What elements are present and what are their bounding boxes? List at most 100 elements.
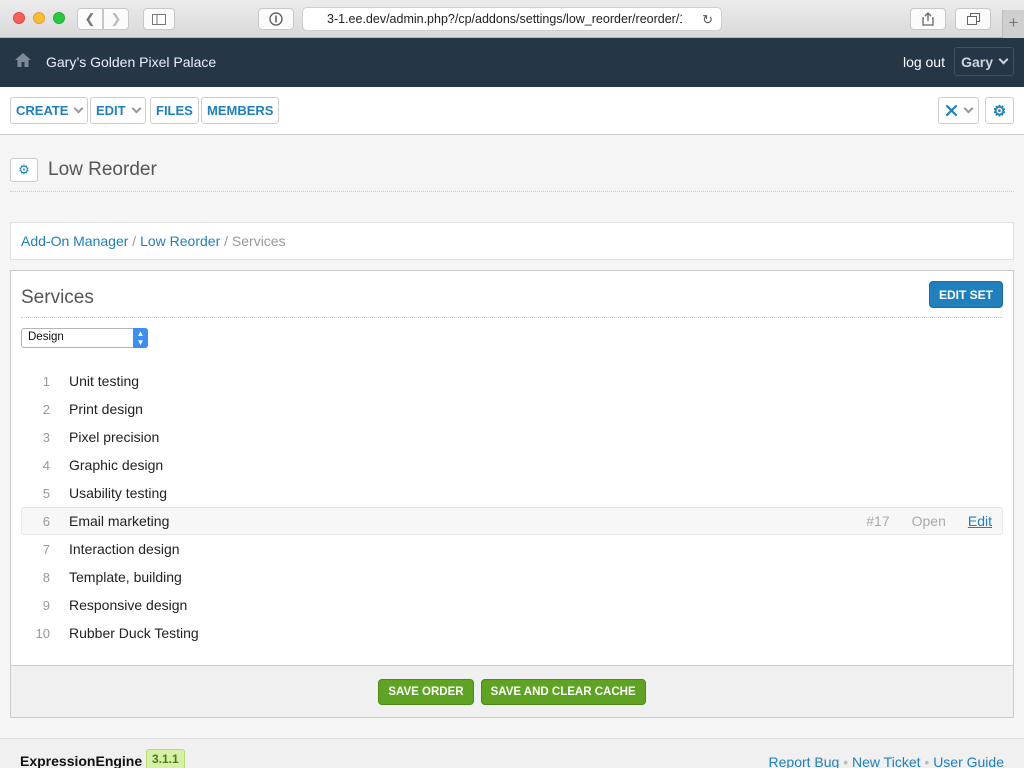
entry-number: 7 (42, 541, 50, 557)
list-item[interactable]: 1 Unit testing (21, 367, 1003, 395)
report-bug-link[interactable]: Report Bug (769, 754, 840, 768)
chevron-left-icon: ❮ (84, 11, 96, 26)
user-name: Gary (961, 53, 993, 70)
entry-number: 6 (42, 513, 50, 529)
version-badge[interactable]: 3.1.1 (146, 749, 185, 768)
entry-id: #17 (866, 513, 890, 529)
list-item[interactable]: 2 Print design (21, 395, 1003, 423)
sidebar-toggle-button[interactable] (143, 8, 175, 30)
select-arrows-icon: ▲ ▼ (133, 328, 148, 348)
entry-title: Print design (69, 401, 143, 417)
breadcrumb: Add-On Manager / Low Reorder / Services (10, 222, 1014, 260)
list-item[interactable]: 8 Template, building (21, 563, 1003, 591)
site-name-link[interactable]: Gary’s Golden Pixel Palace (46, 54, 216, 70)
entry-title: Interaction design (69, 541, 180, 557)
share-icon (922, 12, 934, 26)
list-item[interactable]: 9 Responsive design (21, 591, 1003, 619)
addon-settings-button[interactable]: ⚙ (10, 158, 38, 182)
sidebar-icon (152, 13, 166, 25)
chevron-down-icon (963, 103, 974, 114)
entry-list: 1 Unit testing 2 Print design 3 Pixel pr… (21, 367, 1003, 647)
entry-number: 3 (42, 429, 50, 445)
chevron-down-icon (74, 103, 84, 114)
entry-title: Template, building (69, 569, 182, 585)
entry-edit-link[interactable]: Edit (968, 513, 992, 529)
category-select-value: Design (28, 331, 64, 343)
privacy-button[interactable] (258, 8, 294, 30)
reload-icon[interactable]: ↻ (702, 12, 713, 28)
members-label: MEMBERS (207, 103, 274, 118)
entry-number: 1 (42, 373, 50, 389)
files-label: FILES (156, 103, 193, 118)
new-tab-button[interactable]: + (1002, 10, 1024, 38)
home-icon[interactable] (14, 52, 32, 68)
forward-button[interactable]: ❯ (103, 8, 129, 30)
entry-number: 2 (42, 401, 50, 417)
user-guide-link[interactable]: User Guide (933, 754, 1004, 768)
panel-title: Services (21, 287, 94, 308)
browser-toolbar: ❮ ❯ 3-1.ee.dev/admin.php?/cp/addons/sett… (0, 0, 1024, 38)
address-bar[interactable]: 3-1.ee.dev/admin.php?/cp/addons/settings… (302, 7, 722, 31)
breadcrumb-low-reorder[interactable]: Low Reorder (140, 233, 220, 249)
edit-set-button[interactable]: EDIT SET (928, 281, 1003, 308)
gear-icon: ⚙ (18, 162, 30, 177)
back-button[interactable]: ❮ (77, 8, 103, 30)
breadcrumb-current: Services (231, 233, 286, 249)
edit-label: EDIT (96, 103, 126, 118)
create-menu-button[interactable]: CREATE (10, 97, 89, 124)
chevron-down-icon (131, 103, 142, 114)
footer-separator: • (924, 754, 930, 768)
footer-links: Report Bug • New Ticket • User Guide (769, 754, 1004, 768)
chevron-right-icon: ❯ (110, 11, 122, 26)
panel-divider (21, 317, 1003, 318)
logout-link[interactable]: log out (903, 54, 945, 70)
list-item[interactable]: 4 Graphic design (21, 451, 1003, 479)
gear-icon: ⚙ (992, 102, 1007, 120)
info-circle-icon (269, 12, 283, 26)
close-window-button[interactable] (13, 12, 25, 24)
entry-status: Open (911, 513, 946, 529)
category-select[interactable]: Design ▲ ▼ (21, 328, 148, 348)
list-item[interactable]: 7 Interaction design (21, 535, 1003, 563)
entry-title: Graphic design (69, 457, 164, 473)
entry-number: 10 (35, 625, 50, 641)
save-and-clear-cache-button[interactable]: SAVE AND CLEAR CACHE (480, 678, 646, 705)
settings-button[interactable]: ⚙ (985, 97, 1014, 124)
list-item[interactable]: 6 Email marketing #17 Open Edit (21, 507, 1003, 535)
zoom-window-button[interactable] (53, 12, 65, 24)
share-button[interactable] (910, 8, 946, 30)
list-item[interactable]: 10 Rubber Duck Testing (21, 619, 1003, 647)
developer-tools-button[interactable] (938, 97, 979, 124)
entry-title: Responsive design (69, 597, 188, 613)
new-ticket-link[interactable]: New Ticket (852, 754, 920, 768)
breadcrumb-separator: / (132, 233, 137, 249)
page-footer: ExpressionEngine 3.1.1 Report Bug • New … (0, 738, 1024, 768)
user-menu-button[interactable]: Gary (954, 47, 1014, 76)
main-nav: CREATE EDIT FILES MEMBERS ⚙ (0, 87, 1024, 135)
minimize-window-button[interactable] (33, 12, 45, 24)
tabs-icon (966, 13, 980, 25)
breadcrumb-addon-manager[interactable]: Add-On Manager (21, 233, 128, 249)
breadcrumb-separator: / (224, 233, 229, 249)
save-order-button[interactable]: SAVE ORDER (378, 678, 474, 705)
entry-title: Email marketing (69, 513, 170, 529)
edit-menu-button[interactable]: EDIT (90, 97, 146, 124)
tabs-overview-button[interactable] (955, 8, 991, 30)
expressionengine-brand[interactable]: ExpressionEngine (20, 753, 142, 768)
list-item[interactable]: 3 Pixel precision (21, 423, 1003, 451)
entry-number: 9 (42, 597, 50, 613)
entry-title: Pixel precision (69, 429, 160, 445)
members-button[interactable]: MEMBERS (201, 97, 280, 124)
entry-title: Unit testing (69, 373, 140, 389)
page-title-bar: ⚙ Low Reorder (10, 158, 1014, 192)
url-text: 3-1.ee.dev/admin.php?/cp/addons/settings… (327, 12, 682, 26)
list-item[interactable]: 5 Usability testing (21, 479, 1003, 507)
entry-title: Rubber Duck Testing (69, 625, 199, 641)
tools-icon (945, 104, 958, 117)
entry-title: Usability testing (69, 485, 168, 501)
entry-meta: #17 Open Edit (866, 513, 1002, 529)
page-title: Low Reorder (48, 159, 157, 180)
plus-icon: + (1008, 13, 1019, 32)
files-button[interactable]: FILES (150, 97, 199, 124)
chevron-down-icon (998, 54, 1009, 65)
